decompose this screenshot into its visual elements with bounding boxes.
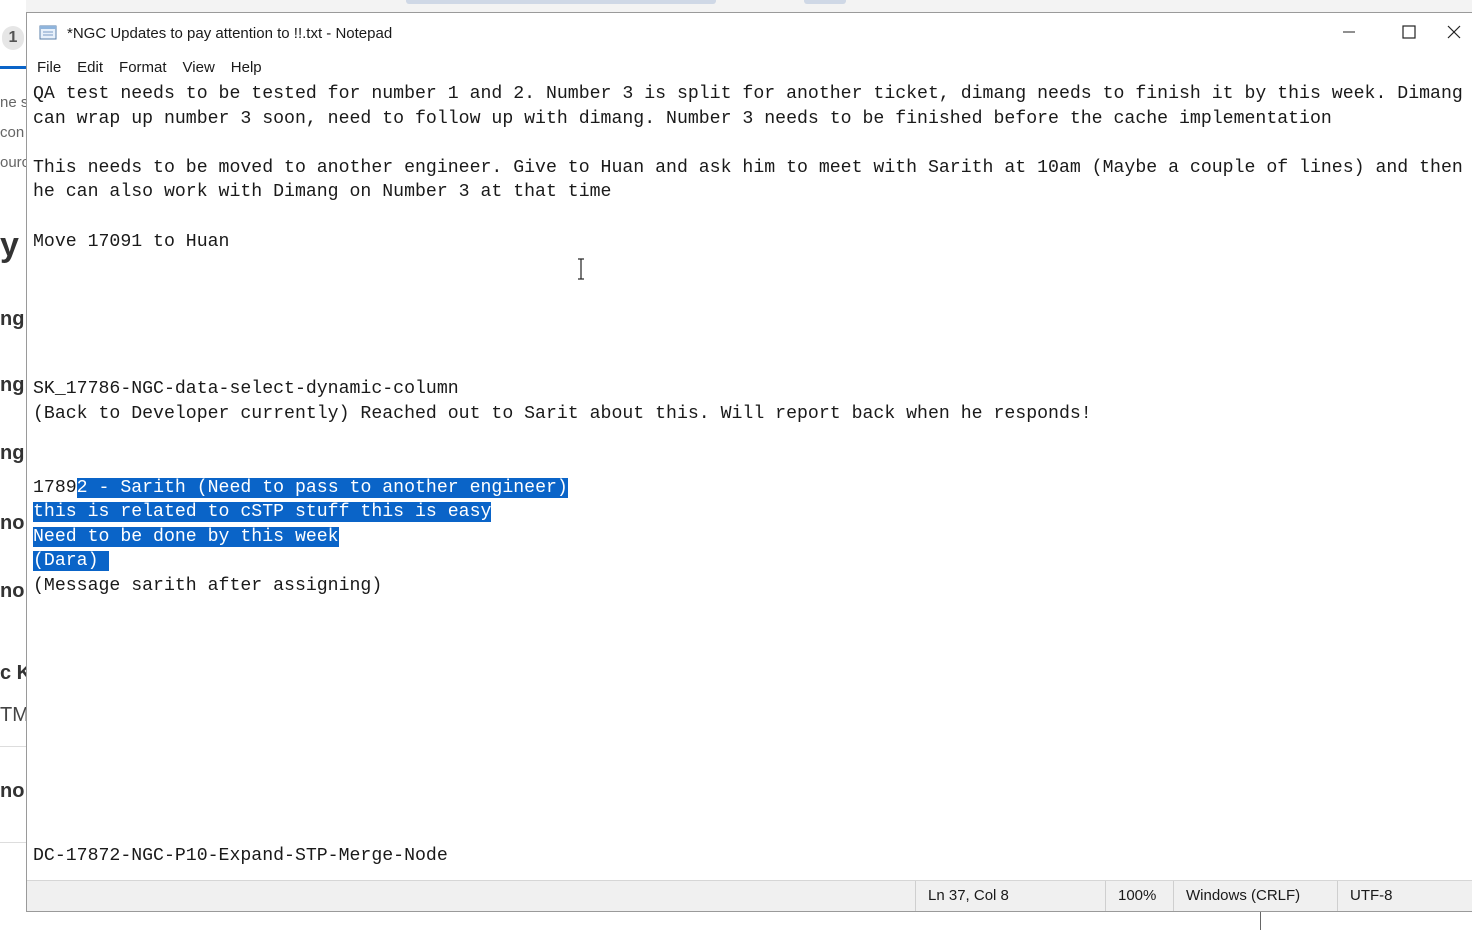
editor-line-partial: DC-17872-NGC-P10-Expand-STP-Merge-Node	[33, 846, 448, 867]
bg-fragment: ng	[0, 308, 25, 330]
bg-fragment: no	[0, 512, 25, 534]
bg-fragment: TM	[0, 704, 26, 726]
status-bar: Ln 37, Col 8 100% Windows (CRLF) UTF-8	[27, 880, 1472, 911]
maximize-icon	[1402, 24, 1416, 44]
editor-line: he can also work with Dimang on Number 3…	[33, 182, 612, 203]
status-encoding: UTF-8	[1337, 881, 1471, 911]
editor-line: (Message sarith after assigning)	[33, 575, 383, 596]
editor-line: QA test needs to be tested for number 1 …	[33, 84, 1463, 104]
editor-line: (Back to Developer currently) Reached ou…	[33, 403, 1092, 424]
bg-fragment: no	[0, 580, 25, 602]
background-tab-strip	[26, 0, 1472, 12]
window-title: *NGC Updates to pay attention to !!.txt …	[67, 25, 393, 42]
editor-content[interactable]: QA test needs to be tested for number 1 …	[27, 82, 1472, 869]
minimize-button[interactable]	[1319, 13, 1379, 55]
close-icon	[1447, 25, 1461, 44]
editor-line: SK_17786-NGC-data-select-dynamic-column	[33, 379, 459, 400]
menu-file[interactable]: File	[27, 57, 69, 79]
selected-text: 2 - Sarith (Need to pass to another engi…	[76, 477, 568, 498]
bg-fragment: ng	[0, 374, 25, 396]
status-line-ending: Windows (CRLF)	[1173, 881, 1339, 911]
selected-text: this is related to cSTP stuff this is ea…	[33, 502, 492, 523]
notepad-window: *NGC Updates to pay attention to !!.txt …	[26, 12, 1472, 912]
status-cursor-position: Ln 37, Col 8	[915, 881, 1105, 911]
bg-fragment: y	[0, 226, 19, 264]
maximize-button[interactable]	[1379, 13, 1439, 55]
bg-fragment: ne s	[0, 94, 26, 111]
menu-format[interactable]: Format	[111, 57, 175, 79]
text-cursor-icon	[576, 258, 586, 280]
editor-line: Move 17091 to Huan	[33, 231, 230, 252]
background-app-edge: 1 ne s con ourc y ng ng ng no no c K TM …	[0, 0, 26, 930]
desktop-strip	[0, 912, 1472, 930]
bg-fragment: ng	[0, 442, 25, 464]
editor-line: This needs to be moved to another engine…	[33, 157, 1463, 178]
close-button[interactable]	[1435, 13, 1472, 55]
bg-fragment: c K	[0, 662, 26, 684]
bg-fragment: ourc	[0, 154, 26, 171]
menu-edit[interactable]: Edit	[69, 57, 111, 79]
editor-line-prefix: 1789	[33, 477, 77, 498]
selected-text: (Dara)	[33, 551, 110, 572]
bg-fragment: 1	[2, 26, 24, 50]
bg-fragment: con	[0, 124, 25, 141]
text-editor[interactable]: QA test needs to be tested for number 1 …	[27, 82, 1472, 880]
editor-line: can wrap up number 3 soon, need to follo…	[33, 108, 1332, 129]
minimize-icon	[1342, 25, 1356, 44]
selected-text: Need to be done by this week	[33, 526, 339, 547]
notepad-icon	[39, 24, 57, 40]
bg-fragment: no	[0, 780, 25, 802]
menu-view[interactable]: View	[175, 57, 223, 79]
status-zoom: 100%	[1105, 881, 1173, 911]
menu-bar: File Edit Format View Help	[27, 57, 270, 79]
title-bar[interactable]: *NGC Updates to pay attention to !!.txt …	[27, 13, 1472, 55]
menu-help[interactable]: Help	[223, 57, 270, 79]
